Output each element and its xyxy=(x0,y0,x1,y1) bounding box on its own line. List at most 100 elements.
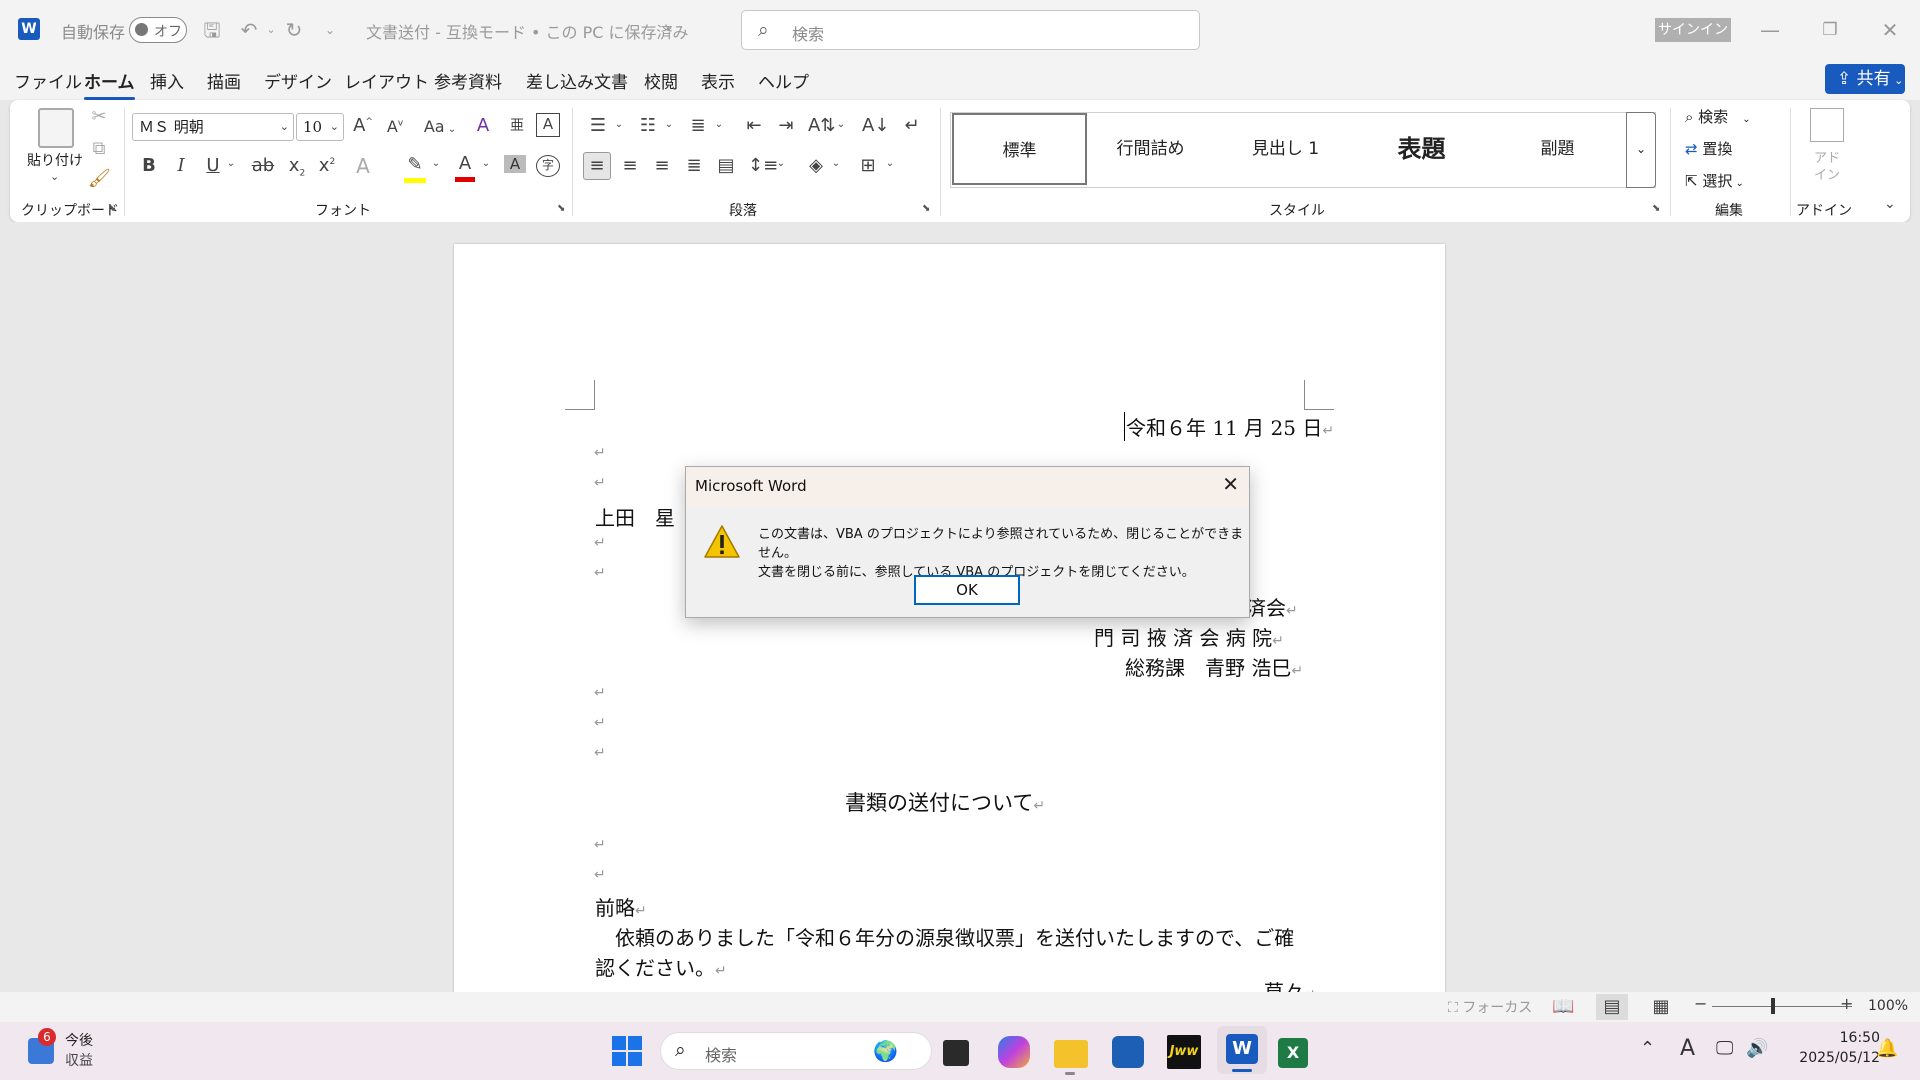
title-dropdown-icon[interactable]: ⌄ xyxy=(664,19,674,33)
select-button[interactable]: ⇱ 選択 ⌄ xyxy=(1685,170,1744,191)
addins-label[interactable]: アド イン xyxy=(1814,150,1840,184)
excel-icon[interactable]: X xyxy=(1278,1038,1308,1068)
tab-design[interactable]: デザイン xyxy=(264,68,332,93)
tab-layout[interactable]: レイアウト xyxy=(344,68,429,93)
shading-dropdown-icon[interactable]: ⌄ xyxy=(830,158,842,169)
signin-button[interactable]: サインイン xyxy=(1655,18,1731,42)
restore-icon[interactable]: ❐ xyxy=(1810,14,1850,46)
tab-file[interactable]: ファイル xyxy=(14,68,82,93)
word-taskbar-button[interactable]: W xyxy=(1217,1026,1267,1074)
tab-draw[interactable]: 描画 xyxy=(207,68,241,93)
network-icon[interactable]: 🖵 xyxy=(1716,1038,1733,1059)
bullets-dropdown-icon[interactable]: ⌄ xyxy=(613,119,625,130)
multilevel-dropdown-icon[interactable]: ⌄ xyxy=(713,119,725,130)
doc-subject[interactable]: 書類の送付について↵ xyxy=(845,787,1045,817)
underline-dropdown-icon[interactable]: ⌄ xyxy=(225,158,237,169)
underline-icon[interactable]: U xyxy=(202,155,224,176)
doc-body-line2[interactable]: 認ください。↵ xyxy=(595,952,727,981)
autosave-toggle[interactable]: オフ xyxy=(129,17,187,43)
find-button[interactable]: ⌕ 検索 ⌄ xyxy=(1685,106,1751,127)
character-shading-icon[interactable]: A xyxy=(504,155,526,173)
clock-time[interactable]: 16:50 xyxy=(1826,1030,1880,1046)
text-direction-icon[interactable]: A⇅ xyxy=(808,115,835,136)
tab-help[interactable]: ヘルプ xyxy=(758,68,809,93)
ok-button[interactable]: OK xyxy=(914,575,1020,605)
style-heading-1[interactable]: 見出し 1 xyxy=(1218,113,1353,185)
enclose-characters-icon[interactable]: 字 xyxy=(536,155,560,177)
phonetic-guide-icon[interactable]: 亜 xyxy=(504,115,530,135)
store-icon[interactable] xyxy=(1112,1036,1144,1068)
notification-icon[interactable]: 🔔 xyxy=(1876,1038,1898,1059)
increase-indent-icon[interactable]: ⇥ xyxy=(774,115,798,136)
line-spacing-icon[interactable]: ↕≡ xyxy=(748,155,778,176)
style-subtitle[interactable]: 副題 xyxy=(1490,113,1625,185)
align-right-icon[interactable]: ≡ xyxy=(650,155,674,176)
tab-references[interactable]: 参考資料 xyxy=(434,68,502,93)
save-icon[interactable]: 🖫 xyxy=(200,18,224,42)
customize-qat-icon[interactable]: ⌄ xyxy=(318,18,342,42)
dialog-close-icon[interactable]: ✕ xyxy=(1222,472,1239,496)
numbering-icon[interactable]: ☷ xyxy=(636,115,660,136)
borders-dropdown-icon[interactable]: ⌄ xyxy=(884,158,896,169)
paste-label[interactable]: 貼り付け xyxy=(27,150,83,170)
close-icon[interactable]: ✕ xyxy=(1870,14,1910,46)
tab-review[interactable]: 校閲 xyxy=(644,68,678,93)
font-color-dropdown-icon[interactable]: ⌄ xyxy=(480,158,492,169)
paste-icon[interactable] xyxy=(38,108,74,148)
font-size-select[interactable]: 10 ⌄ xyxy=(296,113,344,141)
superscript-icon[interactable]: x2 xyxy=(316,155,338,176)
taskbar-search[interactable]: ⌕ 検索 🌍 xyxy=(660,1032,932,1070)
tab-mailings[interactable]: 差し込み文書 xyxy=(526,68,628,93)
tab-home[interactable]: ホーム xyxy=(84,68,135,100)
copy-icon[interactable]: ⧉ xyxy=(88,138,110,159)
tab-view[interactable]: 表示 xyxy=(701,68,735,93)
doc-closing[interactable]: 草々↵ xyxy=(1264,978,1316,992)
ime-indicator[interactable]: A xyxy=(1680,1036,1695,1061)
doc-body-line1[interactable]: 依頼のありました「令和６年分の源泉徴収票」を送付いたしますので、ご確 xyxy=(595,922,1294,951)
text-effects-icon[interactable]: A xyxy=(350,154,376,178)
style-title[interactable]: 表題 xyxy=(1354,113,1489,185)
italic-icon[interactable]: I xyxy=(170,155,192,176)
line-spacing-dropdown-icon[interactable]: ⌄ xyxy=(775,158,787,169)
bold-icon[interactable]: B xyxy=(138,155,160,176)
file-explorer-icon[interactable] xyxy=(1054,1040,1088,1068)
styles-launcher-icon[interactable]: ⬊ xyxy=(1652,203,1660,214)
highlight-dropdown-icon[interactable]: ⌄ xyxy=(430,158,442,169)
enclosed-character-icon[interactable]: A xyxy=(536,113,560,137)
grow-font-icon[interactable]: A^ xyxy=(350,115,376,136)
copilot-icon[interactable] xyxy=(998,1036,1030,1068)
redo-icon[interactable]: ↻ xyxy=(282,18,306,42)
widgets-line2[interactable]: 収益 xyxy=(65,1050,93,1070)
decrease-indent-icon[interactable]: ⇤ xyxy=(742,115,766,136)
justify-icon[interactable]: ≣ xyxy=(682,155,706,176)
task-view-icon[interactable] xyxy=(943,1040,969,1066)
numbering-dropdown-icon[interactable]: ⌄ xyxy=(663,119,675,130)
addins-icon[interactable] xyxy=(1810,108,1844,142)
share-button[interactable]: ⇪ 共有 ⌄ xyxy=(1825,64,1905,94)
document-title[interactable]: 文書送付 - 互換モード • この PC に保存済み xyxy=(366,19,689,43)
doc-recipient[interactable]: 上田 星 xyxy=(595,502,675,531)
volume-icon[interactable]: 🔊 xyxy=(1746,1038,1768,1059)
undo-icon[interactable]: ↶ xyxy=(237,18,261,42)
paste-dropdown-icon[interactable]: ⌄ xyxy=(50,170,59,183)
style-normal[interactable]: 標準 xyxy=(952,113,1087,185)
jww-icon[interactable]: Jww xyxy=(1167,1035,1201,1069)
distributed-icon[interactable]: ▤ xyxy=(714,155,738,176)
zoom-level[interactable]: 100% xyxy=(1868,998,1908,1014)
clock-date[interactable]: 2025/05/12 xyxy=(1788,1050,1880,1066)
widgets-line1[interactable]: 今後 xyxy=(65,1030,93,1050)
document-page[interactable] xyxy=(454,244,1445,1004)
style-no-spacing[interactable]: 行間詰め xyxy=(1083,113,1218,185)
text-direction-dropdown-icon[interactable]: ⌄ xyxy=(835,119,847,130)
undo-dropdown-icon[interactable]: ⌄ xyxy=(259,18,283,42)
multilevel-list-icon[interactable]: ≣ xyxy=(686,115,710,136)
zoom-slider-thumb[interactable] xyxy=(1771,998,1775,1014)
clear-formatting-icon[interactable]: A xyxy=(470,115,496,136)
ribbon-collapse-icon[interactable]: ⌄ xyxy=(1884,196,1896,212)
zoom-out-icon[interactable]: − xyxy=(1694,994,1707,1013)
read-mode-icon[interactable]: 📖 xyxy=(1552,996,1574,1017)
zoom-in-icon[interactable]: + xyxy=(1840,994,1853,1013)
zoom-slider[interactable] xyxy=(1712,1006,1852,1007)
clipboard-launcher-icon[interactable]: ⬊ xyxy=(108,203,116,214)
strikethrough-icon[interactable]: ab xyxy=(250,155,276,176)
